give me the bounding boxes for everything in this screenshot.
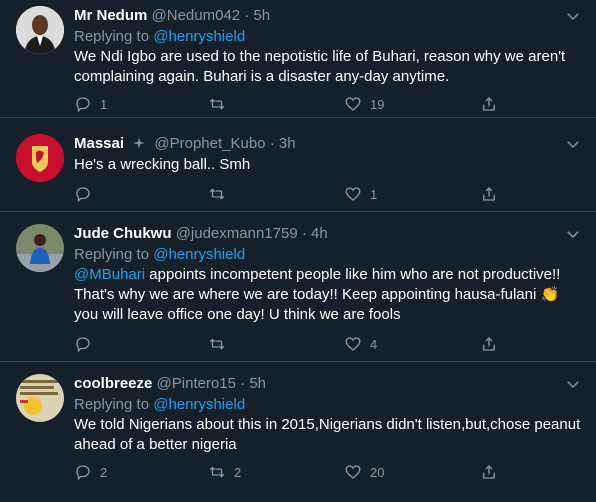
reply-button[interactable]: 1 (74, 94, 107, 114)
chevron-down-icon[interactable] (564, 135, 582, 153)
reply-icon (76, 337, 90, 353)
heart-icon (345, 337, 361, 351)
reply-button[interactable] (74, 334, 100, 354)
tweet-actions: 1 19 (74, 94, 504, 114)
share-button[interactable] (480, 94, 506, 114)
user-handle[interactable]: @Nedum042 (152, 7, 241, 24)
like-button[interactable]: 4 (344, 334, 377, 354)
share-button[interactable] (480, 462, 506, 482)
display-name[interactable]: Massai (74, 135, 124, 152)
retweet-count: 2 (234, 464, 242, 480)
tweet-text: We told Nigerians about this in 2015,Nig… (74, 416, 581, 453)
retweet-icon (209, 338, 225, 350)
share-icon (483, 97, 495, 111)
user-handle[interactable]: @Prophet_Kubo (154, 135, 265, 152)
timestamp[interactable]: 5h (253, 7, 270, 24)
mention-link[interactable]: @MBuhari (74, 266, 145, 283)
like-count: 20 (370, 464, 385, 480)
tweet-header: Mr Nedum @Nedum042 · 5h (74, 6, 270, 26)
reply-icon (76, 187, 90, 203)
replying-prefix: Replying to (74, 396, 154, 413)
chevron-down-icon[interactable] (564, 7, 582, 25)
tweet-header: Massai @Prophet_Kubo · 3h (74, 134, 296, 154)
tweet-actions: 1 (74, 184, 504, 204)
avatar-massai[interactable] (16, 134, 64, 182)
share-button[interactable] (480, 334, 506, 354)
like-count: 1 (370, 186, 378, 202)
avatar-image (16, 224, 64, 272)
chevron-down-icon[interactable] (564, 225, 582, 243)
avatar-image (16, 6, 64, 54)
like-button[interactable]: 19 (344, 94, 384, 114)
avatar-image (16, 374, 64, 422)
reply-count: 2 (100, 464, 108, 480)
retweet-button[interactable] (208, 94, 234, 114)
like-count: 4 (370, 336, 378, 352)
reply-button[interactable] (74, 184, 100, 204)
reply-target-link[interactable]: @henryshield (153, 28, 245, 45)
replying-prefix: Replying to (74, 28, 154, 45)
heart-icon (345, 187, 361, 201)
retweet-icon (209, 188, 225, 200)
replying-to: Replying to @henryshield (74, 395, 245, 415)
chevron-down-icon[interactable] (564, 375, 582, 393)
sparkle-icon (133, 137, 146, 149)
replying-prefix: Replying to (74, 246, 154, 263)
reply-icon (76, 465, 90, 481)
reply-button[interactable]: 2 (74, 462, 107, 482)
share-button[interactable] (480, 184, 506, 204)
user-handle[interactable]: @Pintero15 (157, 375, 236, 392)
share-icon (483, 465, 495, 479)
tweet-text: We Ndi Igbo are used to the nepotistic l… (74, 48, 566, 85)
retweet-icon (209, 98, 225, 110)
retweet-button[interactable] (208, 334, 234, 354)
avatar-coolbreeze[interactable] (16, 374, 64, 422)
like-count: 19 (370, 96, 385, 112)
tweet-actions: 2 2 20 (74, 462, 504, 482)
tweet-massai[interactable]: Massai @Prophet_Kubo · 3h He's a wreckin… (0, 118, 596, 212)
replying-to: Replying to @henryshield (74, 245, 245, 265)
replying-to: Replying to @henryshield (74, 27, 245, 47)
display-name[interactable]: Jude Chukwu (74, 225, 172, 242)
retweet-button[interactable] (208, 184, 234, 204)
dot-separator: · (297, 225, 312, 242)
tweet-body: appoints incompetent people like him who… (74, 266, 561, 323)
reply-target-link[interactable]: @henryshield (153, 246, 245, 263)
reply-target-link[interactable]: @henryshield (153, 396, 245, 413)
avatar-image (16, 134, 64, 182)
avatar-mr-nedum[interactable] (16, 6, 64, 54)
heart-icon (345, 97, 361, 111)
share-icon (483, 187, 495, 201)
like-button[interactable]: 20 (344, 462, 384, 482)
tweet-header: coolbreeze @Pintero15 · 5h (74, 374, 266, 394)
tweet-mr-nedum[interactable]: Mr Nedum @Nedum042 · 5h Replying to @hen… (0, 0, 596, 118)
dot-separator: · (265, 135, 279, 152)
tweet-header: Jude Chukwu @judexmann1759 · 4h (74, 224, 328, 244)
like-button[interactable]: 1 (344, 184, 377, 204)
avatar-jude-chukwu[interactable] (16, 224, 64, 272)
share-icon (483, 337, 495, 351)
heart-icon (345, 465, 361, 479)
user-handle[interactable]: @judexmann1759 (176, 225, 298, 242)
tweet-coolbreeze[interactable]: coolbreeze @Pintero15 · 5h Replying to @… (0, 362, 596, 502)
timestamp[interactable]: 4h (311, 225, 328, 242)
tweet-text: He's a wrecking ball.. Smh (74, 156, 251, 173)
tweet-jude-chukwu[interactable]: Jude Chukwu @judexmann1759 · 4h Replying… (0, 212, 596, 362)
tweet-text: @MBuhari appoints incompetent people lik… (74, 265, 584, 325)
retweet-icon (209, 466, 225, 478)
timestamp[interactable]: 5h (249, 375, 266, 392)
tweet-actions: 4 (74, 334, 504, 354)
display-name[interactable]: Mr Nedum (74, 7, 147, 24)
display-name[interactable]: coolbreeze (74, 375, 152, 392)
reply-icon (76, 97, 90, 113)
reply-count: 1 (100, 96, 108, 112)
timestamp[interactable]: 3h (279, 135, 296, 152)
dot-separator: · (240, 7, 254, 24)
dot-separator: · (236, 375, 250, 392)
retweet-button[interactable]: 2 (208, 462, 241, 482)
